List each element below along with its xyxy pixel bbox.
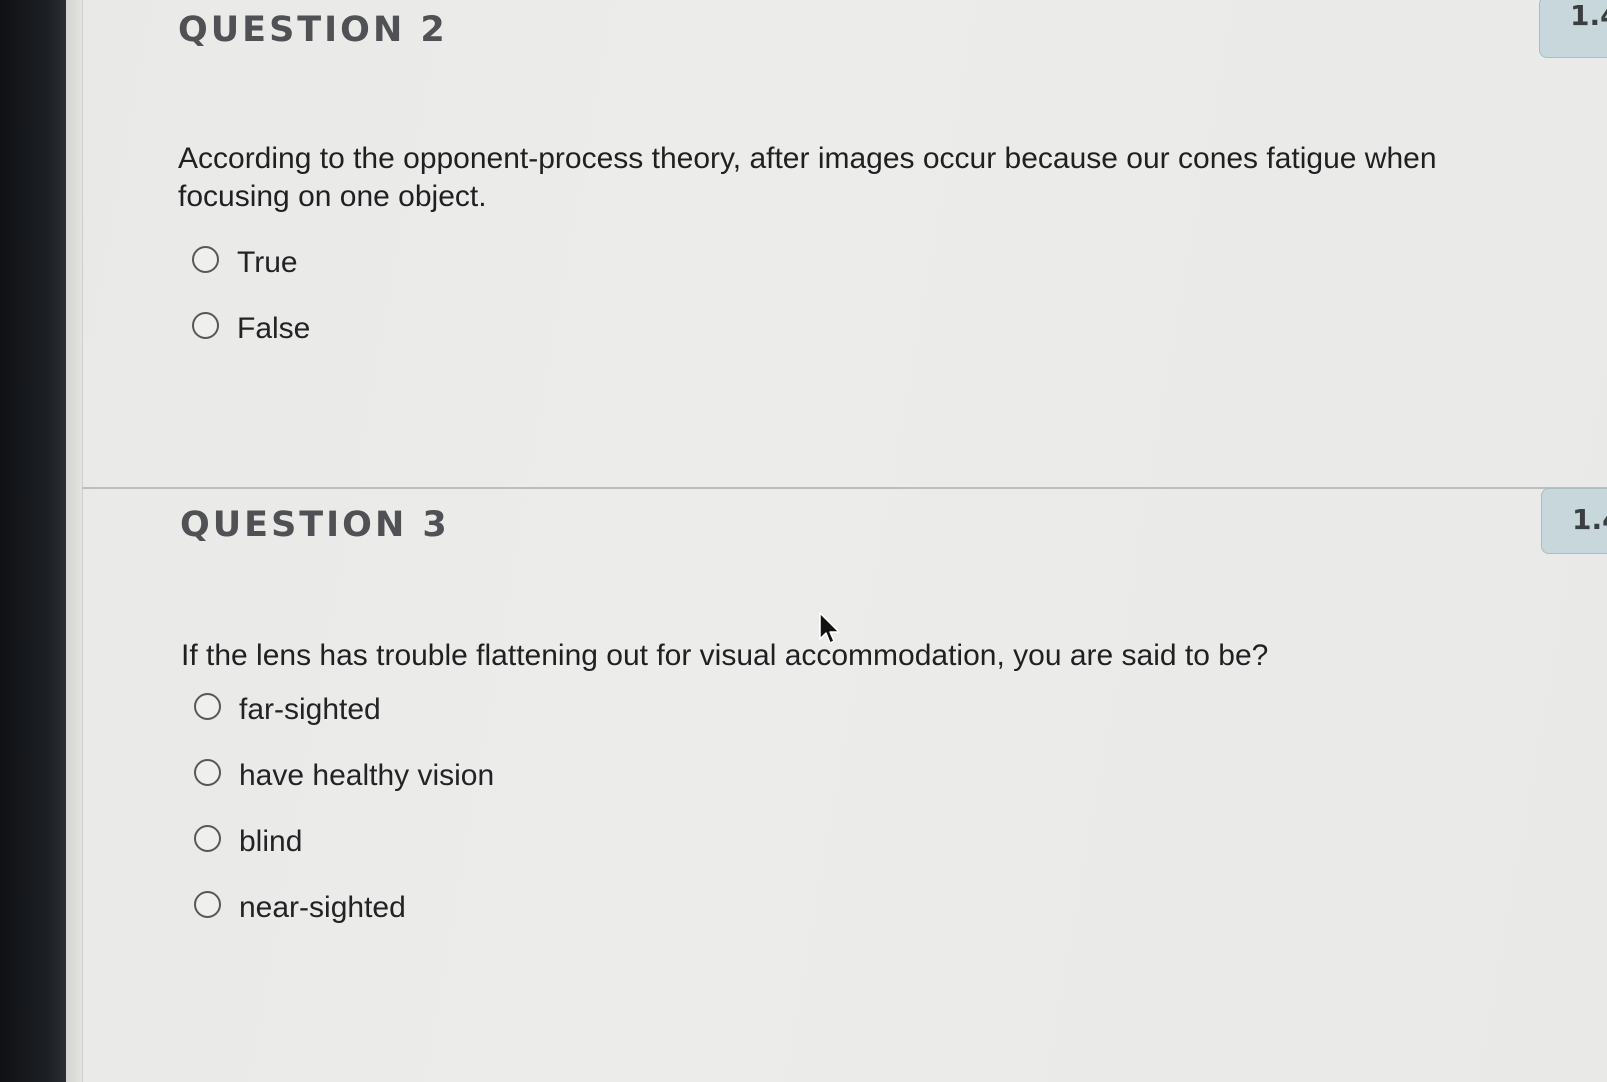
radio-unselected-icon[interactable] <box>194 692 221 720</box>
option-label: near-sighted <box>239 891 406 924</box>
question-3-text: If the lens has trouble flattening out f… <box>181 639 1269 672</box>
option-far-sighted[interactable]: far-sighted <box>194 692 381 727</box>
question-3-points-badge: 1.4 <box>1541 488 1607 554</box>
option-blind[interactable]: blind <box>194 824 303 859</box>
question-3-heading: QUESTION 3 <box>180 505 450 545</box>
option-label: far-sighted <box>239 693 381 726</box>
question-2-block: QUESTION 2 1.4 According to the opponent… <box>82 0 1607 488</box>
option-label: blind <box>239 825 303 858</box>
option-true[interactable]: True <box>192 245 298 280</box>
question-3-block: QUESTION 3 1.4 If the lens has trouble f… <box>82 488 1607 1082</box>
quiz-page: QUESTION 2 1.4 According to the opponent… <box>66 0 1607 1082</box>
option-label: have healthy vision <box>239 759 495 792</box>
radio-unselected-icon[interactable] <box>194 758 221 786</box>
option-label: True <box>237 246 298 279</box>
monitor-bezel <box>0 0 66 1082</box>
radio-unselected-icon[interactable] <box>192 311 219 339</box>
question-2-heading: QUESTION 2 <box>178 10 448 50</box>
radio-unselected-icon[interactable] <box>194 890 221 918</box>
option-have-healthy-vision[interactable]: have healthy vision <box>194 758 495 793</box>
mouse-pointer-icon <box>819 612 840 644</box>
radio-unselected-icon[interactable] <box>192 245 219 273</box>
page-left-margin <box>66 0 83 1082</box>
question-2-points-badge: 1.4 <box>1539 0 1607 58</box>
option-label: False <box>237 312 311 345</box>
question-2-text: According to the opponent-process theory… <box>178 142 1437 213</box>
radio-unselected-icon[interactable] <box>194 824 221 852</box>
option-false[interactable]: False <box>192 311 311 346</box>
option-near-sighted[interactable]: near-sighted <box>194 890 406 925</box>
